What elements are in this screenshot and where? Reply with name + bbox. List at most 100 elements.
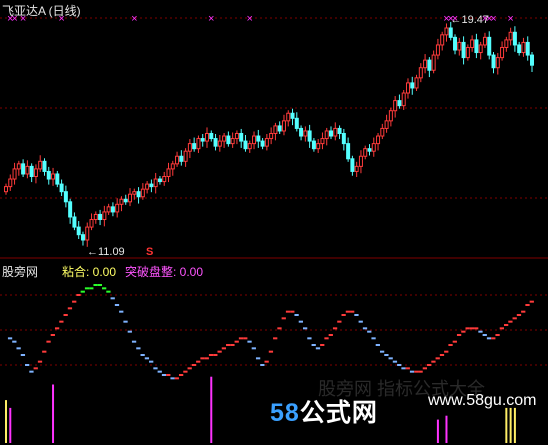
candle-up — [204, 132, 209, 142]
candle-down — [448, 27, 453, 38]
indicator-bar — [5, 400, 7, 443]
candle-up — [264, 138, 269, 147]
candle-down — [239, 132, 244, 142]
candle-up — [273, 125, 278, 134]
candle-up — [281, 120, 286, 132]
cross-signal: × — [490, 13, 496, 25]
watermark-char: 8 — [284, 399, 300, 427]
candle-down — [367, 148, 372, 152]
indicator-value-1: 粘合: 0.00 — [62, 265, 117, 279]
candle-down — [299, 127, 304, 137]
cross-signal: × — [208, 13, 214, 25]
candle-up — [25, 165, 30, 175]
candle-down — [260, 140, 265, 147]
candle-up — [380, 127, 385, 137]
candle-down — [59, 183, 64, 193]
candle-down — [530, 54, 534, 66]
candle-up — [371, 143, 376, 152]
candle-down — [192, 143, 197, 150]
watermark-char: 公 — [299, 399, 326, 427]
candle-down — [72, 216, 77, 228]
candle-down — [311, 140, 316, 150]
candle-up — [119, 198, 124, 205]
watermark-char: 5 — [270, 399, 285, 427]
candle-up — [247, 143, 252, 150]
candle-up — [8, 178, 13, 188]
candle-up — [521, 41, 526, 54]
candle-up — [500, 46, 505, 59]
candle-up — [4, 186, 8, 193]
candle-up — [217, 140, 222, 147]
candle-down — [410, 82, 415, 89]
candle-up — [444, 27, 449, 36]
indicator-bar — [9, 407, 12, 443]
candle-down — [427, 59, 432, 71]
candles — [4, 21, 534, 247]
high-price-label: ←19.47 — [450, 14, 489, 26]
candle-up — [85, 226, 90, 241]
candle-down — [29, 165, 34, 178]
indicator-bar — [513, 407, 516, 443]
watermark-char: 网 — [351, 399, 378, 427]
candle-down — [337, 127, 342, 134]
candle-up — [363, 148, 368, 157]
candle-up — [431, 54, 436, 71]
candle-up — [93, 213, 98, 221]
candle-down — [42, 160, 47, 172]
indicator-bar — [210, 376, 213, 443]
candle-up — [222, 135, 227, 142]
candle-up — [470, 39, 475, 48]
grid-lines — [0, 17, 548, 366]
candle-up — [376, 135, 381, 145]
candle-up — [333, 127, 338, 137]
candle-down — [226, 135, 231, 145]
indicator-bar — [505, 407, 508, 443]
indicator-bar — [52, 384, 55, 443]
candle-up — [175, 155, 180, 165]
candle-up — [465, 46, 470, 59]
candle-down — [294, 117, 299, 129]
candle-up — [303, 130, 308, 137]
candle-down — [290, 112, 295, 119]
candle-up — [358, 155, 363, 167]
high-value: 19.47 — [461, 14, 489, 26]
candle-down — [213, 138, 218, 147]
candle-up — [495, 57, 500, 69]
candle-down — [68, 201, 73, 218]
indicator-bar — [509, 407, 512, 443]
candle-up — [128, 193, 133, 203]
candle-down — [243, 140, 248, 150]
candle-up — [324, 130, 329, 140]
candle-down — [474, 39, 479, 54]
candle-up — [115, 203, 120, 213]
candle-down — [209, 132, 214, 140]
candle-up — [89, 219, 94, 228]
candle-up — [504, 39, 509, 48]
candle-up — [388, 110, 393, 122]
cross-signal: × — [507, 13, 513, 25]
candle-up — [384, 120, 389, 129]
candle-up — [33, 168, 38, 178]
candle-down — [277, 125, 282, 132]
candle-down — [525, 41, 530, 56]
candle-up — [102, 211, 107, 221]
candle-up — [12, 168, 17, 180]
candle-up — [269, 132, 274, 140]
candle-down — [341, 132, 346, 145]
candle-up — [401, 92, 406, 107]
candle-down — [487, 36, 492, 56]
candle-up — [320, 138, 325, 145]
low-arrow: ← — [86, 246, 98, 258]
chart-window: × × × × × × × × × × × × × × 飞亚达A (日线) ←19.47 ←11.09 S… — [0, 0, 548, 445]
candle-up — [440, 34, 445, 46]
candle-up — [183, 150, 188, 162]
candle-down — [149, 183, 154, 188]
candle-up — [51, 173, 56, 180]
candle-down — [136, 191, 141, 198]
candle-down — [21, 163, 26, 175]
candle-up — [145, 183, 150, 190]
candle-up — [16, 163, 21, 170]
candle-up — [187, 143, 192, 152]
watermark-char: 式 — [325, 399, 352, 427]
cross-signal: × — [247, 13, 253, 25]
